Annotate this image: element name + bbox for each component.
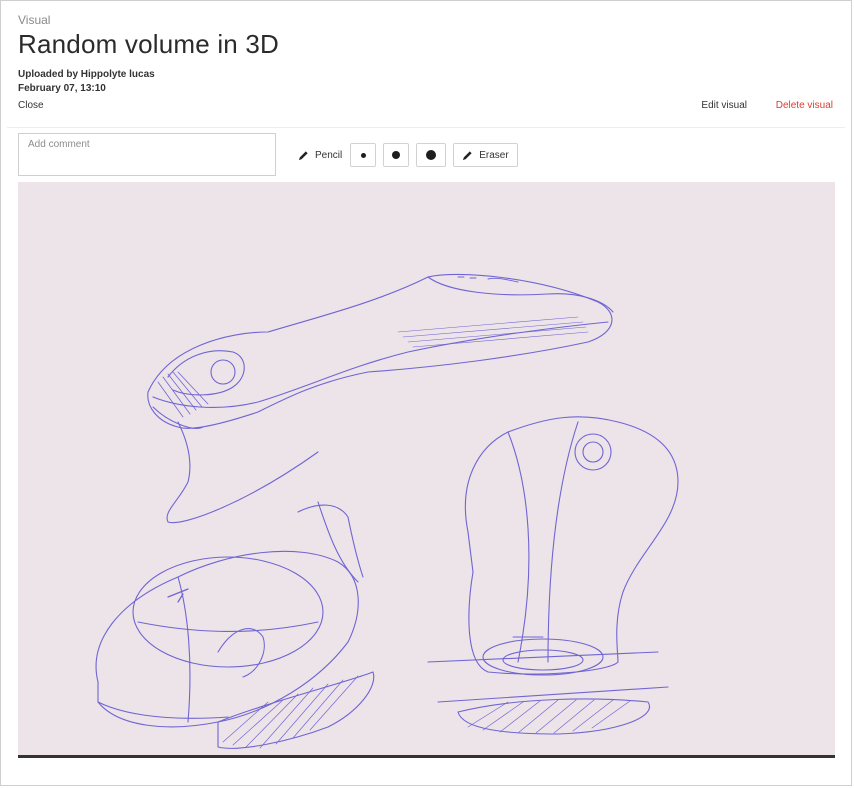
eraser-label: Eraser — [479, 149, 509, 161]
canvas-bottom-edge — [18, 755, 835, 758]
large-dot-icon — [426, 150, 437, 160]
pencil-label: Pencil — [315, 149, 343, 161]
header-divider — [7, 127, 845, 128]
brush-size-large-button[interactable] — [416, 143, 447, 167]
medium-dot-icon — [392, 151, 401, 159]
sketch-bottom-left — [95, 501, 375, 749]
eraser-button[interactable]: Eraser — [453, 143, 518, 167]
page-title: Random volume in 3D — [18, 29, 280, 59]
uploader-text: Uploaded by Hippolyte lucas — [18, 69, 155, 80]
sketch-canvas[interactable] — [18, 182, 835, 758]
edit-visual-link[interactable]: Edit visual — [701, 100, 747, 111]
brush-size-medium-button[interactable] — [383, 143, 410, 167]
pencil-icon — [298, 150, 309, 161]
close-link[interactable]: Close — [18, 100, 44, 111]
sketch-top — [147, 273, 614, 524]
upload-date: February 07, 13:10 — [18, 83, 106, 94]
eraser-icon — [462, 150, 473, 161]
visual-dialog: Visual Random volume in 3D Uploaded by H… — [0, 0, 852, 786]
small-dot-icon — [360, 152, 366, 158]
upload-meta: Uploaded by Hippolyte lucas February 07,… — [18, 68, 833, 96]
drawing-toolbar: Pencil Eraser — [293, 143, 518, 167]
comment-input[interactable] — [18, 133, 276, 176]
sketch-drawing — [95, 273, 679, 749]
sketch-right — [427, 416, 679, 735]
delete-visual-link[interactable]: Delete visual — [776, 100, 833, 111]
pencil-button[interactable]: Pencil — [293, 143, 348, 167]
section-label: Visual — [18, 13, 51, 27]
brush-size-small-button[interactable] — [350, 143, 377, 167]
visual-header: Visual Random volume in 3D Uploaded by H… — [18, 13, 833, 111]
